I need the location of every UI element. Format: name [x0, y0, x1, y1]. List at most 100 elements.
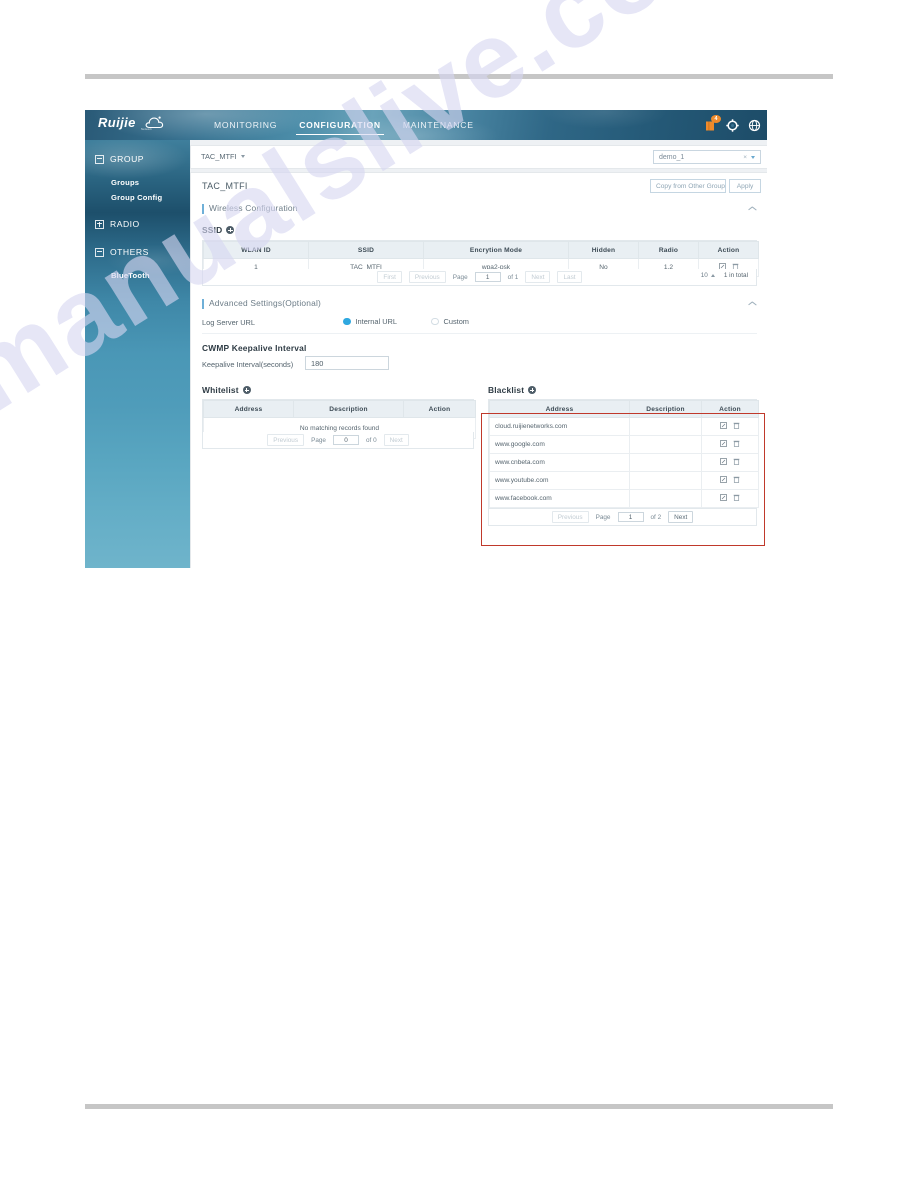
app-topbar: Ruijie Network MONITORING CONFIGURATION …: [85, 110, 767, 140]
table-header-row: WLAN ID SSID Encrytion Mode Hidden Radio…: [203, 241, 759, 259]
nav-monitoring[interactable]: MONITORING: [203, 110, 288, 140]
col-description: Description: [629, 400, 702, 418]
previous-button[interactable]: Previous: [408, 271, 446, 283]
table-header-row: Address Description Action: [203, 400, 476, 418]
delete-icon[interactable]: [733, 476, 740, 483]
cell-action: [701, 435, 759, 454]
collapse-icon: [95, 154, 104, 164]
col-encryption-mode: Encrytion Mode: [423, 241, 569, 259]
sidebar-section-others[interactable]: OTHERS: [85, 243, 190, 261]
brand-subtext: Network: [141, 128, 152, 131]
add-blacklist-icon[interactable]: [528, 386, 537, 394]
edit-icon[interactable]: [720, 422, 727, 429]
cell-address: www.cnbeta.com: [489, 453, 630, 472]
col-action: Action: [701, 400, 759, 418]
delete-icon[interactable]: [733, 458, 740, 465]
page-bottom-rule: [85, 1104, 833, 1109]
last-button[interactable]: Last: [557, 271, 582, 283]
cell-address: www.facebook.com: [489, 489, 630, 508]
cell-description: [629, 489, 702, 508]
cwmp-title: CWMP Keepalive Interval: [202, 343, 307, 353]
cell-description: [629, 471, 702, 490]
brand-text: Ruijie: [98, 115, 136, 130]
total-count: 1 in total: [723, 272, 748, 279]
gear-icon[interactable]: [726, 118, 739, 132]
content-area: TAC_MTFI demo_1 × TAC_MTFI Copy from Oth…: [190, 140, 767, 568]
nav-maintenance[interactable]: MAINTENANCE: [392, 110, 485, 140]
next-button[interactable]: Next: [383, 434, 409, 446]
collapse-icon: [95, 247, 104, 257]
apply-button[interactable]: Apply: [729, 179, 761, 193]
radio-dot: [343, 317, 351, 326]
group-selector[interactable]: TAC_MTFI: [201, 152, 245, 161]
notifications-icon[interactable]: 4: [704, 114, 721, 132]
cell-action: [701, 471, 759, 490]
collapse-wireless-icon[interactable]: [749, 205, 756, 212]
edit-icon[interactable]: [720, 458, 727, 465]
section-advanced-settings: Advanced Settings(Optional): [202, 298, 321, 309]
notification-badge: 4: [711, 114, 721, 123]
account-select[interactable]: demo_1 ×: [653, 150, 761, 164]
page-size-value: 10: [700, 272, 708, 279]
page-top-rule: [85, 74, 833, 79]
page-input[interactable]: 1: [617, 512, 644, 522]
table-header-row: Address Description Action: [489, 400, 759, 418]
group-selector-bar: TAC_MTFI demo_1 ×: [190, 145, 767, 169]
previous-button[interactable]: Previous: [551, 511, 589, 523]
sidebar-section-label: RADIO: [110, 219, 140, 229]
col-action: Action: [698, 241, 759, 259]
sidebar-item-group-config[interactable]: Group Config: [85, 190, 190, 205]
radio-label: Internal URL: [355, 317, 398, 326]
configuration-panel: TAC_MTFI Copy from Other Group Apply Wir…: [190, 172, 767, 568]
edit-icon[interactable]: [720, 494, 727, 501]
log-server-url-label: Log Server URL: [202, 318, 255, 327]
page-input[interactable]: 0: [333, 435, 359, 445]
add-ssid-icon[interactable]: [226, 226, 235, 234]
keepalive-interval-input[interactable]: 180: [305, 356, 389, 370]
radio-dot: [431, 317, 439, 326]
next-button[interactable]: Next: [668, 511, 694, 523]
left-sidebar: GROUP Groups Group Config RADIO OTHERS B…: [85, 140, 190, 568]
page-label: Page: [311, 436, 326, 444]
globe-icon[interactable]: [748, 119, 761, 132]
group-selector-value: TAC_MTFI: [201, 152, 237, 161]
next-button[interactable]: Next: [525, 271, 551, 283]
table-row: www.youtube.com: [489, 471, 759, 490]
edit-icon[interactable]: [720, 476, 727, 483]
sidebar-section-radio[interactable]: RADIO: [85, 215, 190, 233]
sidebar-item-bluetooth[interactable]: BlueTooth: [85, 268, 190, 283]
chevron-down-icon: [240, 155, 245, 158]
nav-configuration[interactable]: CONFIGURATION: [288, 110, 392, 140]
edit-icon[interactable]: [720, 440, 727, 447]
clear-icon[interactable]: ×: [743, 154, 747, 161]
radio-internal-url[interactable]: Internal URL: [343, 317, 397, 326]
col-action: Action: [403, 400, 476, 418]
page-title: TAC_MTFI: [202, 181, 248, 191]
sidebar-section-label: GROUP: [110, 154, 145, 164]
add-whitelist-icon[interactable]: [242, 386, 251, 394]
cell-description: [629, 435, 702, 454]
first-button[interactable]: First: [377, 271, 402, 283]
collapse-advanced-icon[interactable]: [749, 300, 756, 307]
table-row: www.cnbeta.com: [489, 453, 759, 472]
copy-from-other-group-button[interactable]: Copy from Other Group: [650, 179, 726, 193]
page-size-select[interactable]: 10: [701, 272, 715, 279]
cell-description: [629, 453, 702, 472]
table-row: www.facebook.com: [489, 489, 759, 508]
screenshot-frame: Ruijie Network MONITORING CONFIGURATION …: [85, 110, 767, 568]
page-input[interactable]: 1: [474, 272, 501, 282]
delete-icon[interactable]: [733, 440, 740, 447]
whitelist-pager: Previous Page 0 of 0 Next: [202, 432, 474, 449]
delete-icon[interactable]: [733, 422, 740, 429]
col-hidden: Hidden: [568, 241, 639, 259]
whitelist-title-text: Whitelist: [202, 385, 239, 395]
col-wlan-id: WLAN ID: [203, 241, 309, 259]
sidebar-item-groups[interactable]: Groups: [85, 175, 190, 190]
blacklist-title-text: Blacklist: [488, 385, 525, 395]
sidebar-section-group[interactable]: GROUP: [85, 150, 190, 168]
previous-button[interactable]: Previous: [267, 434, 305, 446]
ssid-label: SSID: [202, 225, 235, 235]
whitelist-title: Whitelist: [202, 385, 251, 395]
delete-icon[interactable]: [733, 494, 740, 501]
radio-custom[interactable]: Custom: [431, 317, 469, 326]
